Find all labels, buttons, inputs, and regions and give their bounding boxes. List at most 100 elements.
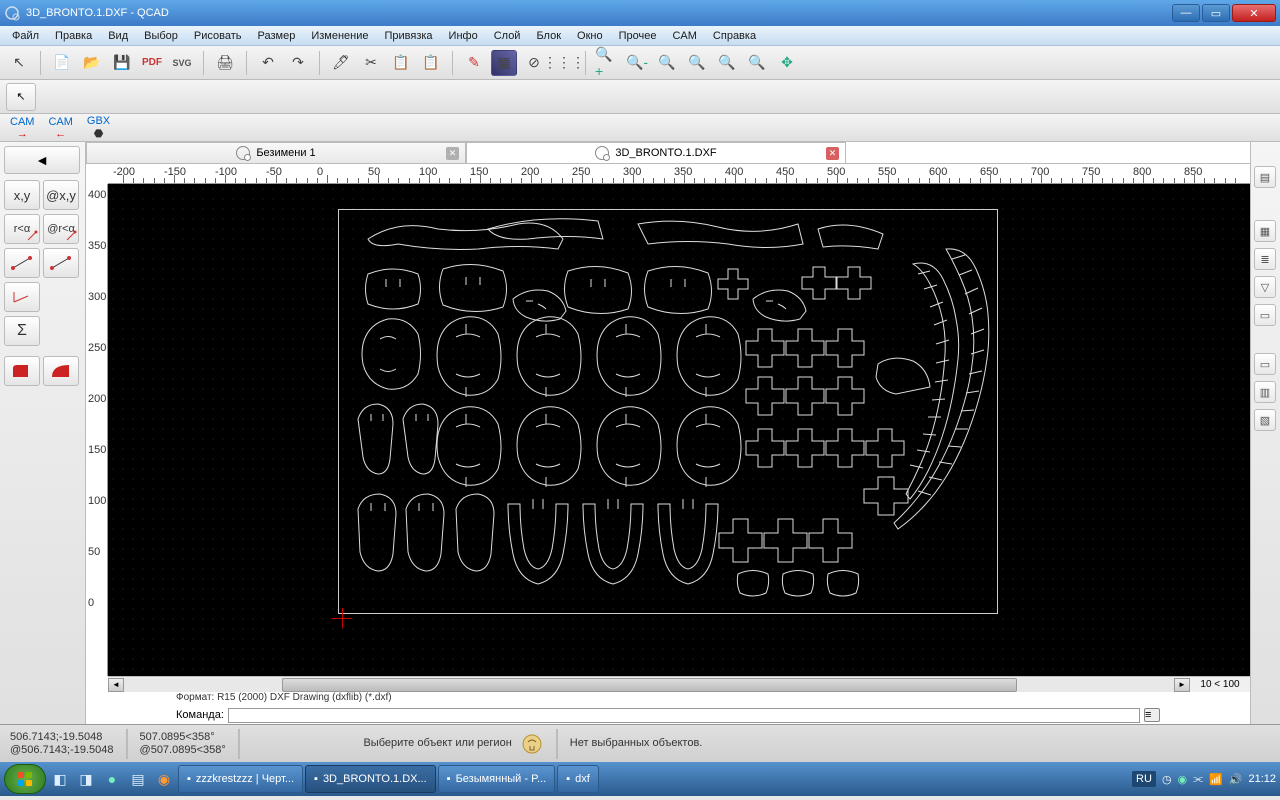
grid-button[interactable]: ⋮⋮⋮	[551, 50, 577, 76]
pdf-export-button[interactable]: PDF	[139, 50, 165, 76]
scrollbar-thumb[interactable]	[282, 678, 1017, 692]
menu-выбор[interactable]: Выбор	[136, 28, 186, 44]
brush-button[interactable]: 🖊	[328, 50, 354, 76]
coord-rel-button[interactable]: @x,y	[43, 180, 79, 210]
command-toggle[interactable]: ≡	[1144, 708, 1160, 722]
document-tabs: Безимени 1✕3D_BRONTO.1.DXF✕	[86, 142, 1250, 164]
pencil-button[interactable]: ✎	[461, 50, 487, 76]
tab-close-button[interactable]: ✕	[446, 147, 459, 160]
polar-rel-button[interactable]: @r<α	[43, 214, 79, 244]
tray-icon-2[interactable]: ◉	[1178, 773, 1188, 786]
command-input[interactable]	[228, 708, 1140, 723]
menu-cam[interactable]: CAM	[664, 28, 704, 44]
taskbar-item-1[interactable]: ▪3D_BRONTO.1.DX...	[305, 765, 436, 793]
window-titlebar: 3D_BRONTO.1.DXF - QCAD — ▭ ✕	[0, 0, 1280, 26]
taskbar-item-0[interactable]: ▪zzzkrestzzz | Черт...	[178, 765, 303, 793]
menu-привязка[interactable]: Привязка	[376, 28, 440, 44]
zoom-window-button[interactable]: 🔍	[684, 50, 710, 76]
zoom-fit-button[interactable]: 🔍	[654, 50, 680, 76]
open-button[interactable]: 📂	[79, 50, 105, 76]
menu-вид[interactable]: Вид	[100, 28, 136, 44]
pan-button[interactable]: ✥	[774, 50, 800, 76]
svg-export-button[interactable]: SVG	[169, 50, 195, 76]
clock[interactable]: 21:12	[1248, 773, 1276, 785]
tab-icon	[236, 146, 250, 160]
sum-tool[interactable]: Σ	[4, 316, 40, 346]
language-indicator[interactable]: RU	[1132, 771, 1156, 787]
panel-filter-button[interactable]: ▽	[1254, 276, 1276, 298]
menu-окно[interactable]: Окно	[569, 28, 611, 44]
menu-блок[interactable]: Блок	[528, 28, 569, 44]
scroll-left-button[interactable]: ◄	[108, 678, 124, 692]
menu-прочее[interactable]: Прочее	[611, 28, 665, 44]
undo-button[interactable]: ↶	[255, 50, 281, 76]
scroll-right-button[interactable]: ►	[1174, 678, 1190, 692]
maximize-button[interactable]: ▭	[1202, 4, 1230, 22]
tray-volume-icon[interactable]: 🔊	[1229, 773, 1243, 786]
layers-button[interactable]: ▤	[1254, 166, 1276, 188]
shape-tool-2[interactable]	[43, 356, 79, 386]
polar-abs-button[interactable]: r<α	[4, 214, 40, 244]
pointer-tool[interactable]: ↖	[6, 50, 32, 76]
document-tab-0[interactable]: Безимени 1✕	[86, 142, 466, 163]
redo-button[interactable]: ↷	[285, 50, 311, 76]
panel-prop-button[interactable]: ▥	[1254, 381, 1276, 403]
cam-import-button[interactable]: CAM←	[48, 116, 72, 140]
copy-button[interactable]: 📋	[388, 50, 414, 76]
cut-button[interactable]: ✂	[358, 50, 384, 76]
panel-lib-button[interactable]: ▭	[1254, 304, 1276, 326]
quicklaunch-2[interactable]: ◨	[74, 767, 98, 791]
zoom-in-button[interactable]: 🔍+	[594, 50, 620, 76]
zoom-out-button[interactable]: 🔍-	[624, 50, 650, 76]
menu-справка[interactable]: Справка	[705, 28, 764, 44]
hatch-button[interactable]: ▦	[491, 50, 517, 76]
taskbar-item-2[interactable]: ▪Безымянный - P...	[438, 765, 556, 793]
menu-инфо[interactable]: Инфо	[441, 28, 486, 44]
task-label: dxf	[575, 773, 590, 785]
menu-файл[interactable]: Файл	[4, 28, 47, 44]
line-tool-2[interactable]	[43, 248, 79, 278]
tab-close-button[interactable]: ✕	[826, 147, 839, 160]
start-button[interactable]	[4, 764, 46, 794]
shape-tool-1[interactable]	[4, 356, 40, 386]
back-button[interactable]: ◄	[4, 146, 80, 174]
close-button[interactable]: ✕	[1232, 4, 1276, 22]
panel-list-button[interactable]: ≣	[1254, 248, 1276, 270]
save-button[interactable]: 💾	[109, 50, 135, 76]
zoom-prev-button[interactable]: 🔍	[744, 50, 770, 76]
cam-export-button[interactable]: CAM→	[10, 116, 34, 140]
menu-размер[interactable]: Размер	[250, 28, 304, 44]
menu-изменение[interactable]: Изменение	[303, 28, 376, 44]
horizontal-scrollbar[interactable]: ◄ ► 10 < 100	[108, 676, 1250, 692]
command-label: Команда:	[176, 709, 224, 721]
quicklaunch-4[interactable]: ▤	[126, 767, 150, 791]
taskbar-item-3[interactable]: ▪dxf	[557, 765, 599, 793]
line-tool-1[interactable]	[4, 248, 40, 278]
panel-cmd-button[interactable]: ▭	[1254, 353, 1276, 375]
new-button[interactable]: 📄	[49, 50, 75, 76]
zoom-selection-button[interactable]: 🔍	[714, 50, 740, 76]
minimize-button[interactable]: —	[1172, 4, 1200, 22]
coord-abs-button[interactable]: x,y	[4, 180, 40, 210]
quicklaunch-firefox[interactable]: ◉	[152, 767, 176, 791]
tray-network-icon[interactable]: 📶	[1209, 773, 1223, 786]
quicklaunch-1[interactable]: ◧	[48, 767, 72, 791]
tray-icon-1[interactable]: ◷	[1162, 773, 1172, 786]
paste-button[interactable]: 📋	[418, 50, 444, 76]
menu-рисовать[interactable]: Рисовать	[186, 28, 250, 44]
print-button[interactable]: 🖨	[212, 50, 238, 76]
panel-misc-button[interactable]: ▧	[1254, 409, 1276, 431]
panel-blocks-button[interactable]: ▦	[1254, 220, 1276, 242]
document-tab-1[interactable]: 3D_BRONTO.1.DXF✕	[466, 142, 846, 163]
gbx-button[interactable]: GBX⬣	[87, 115, 110, 140]
right-toolbar: ▤ ▦ ≣ ▽ ▭ ▭ ▥ ▧	[1250, 142, 1280, 724]
menu-слой[interactable]: Слой	[486, 28, 529, 44]
tray-icon-3[interactable]: ⫘	[1193, 773, 1203, 786]
main-toolbar: ↖ 📄 📂 💾 PDF SVG 🖨 ↶ ↷ 🖊 ✂ 📋 📋 ✎ ▦ ⊘ ⋮⋮⋮ …	[0, 46, 1280, 80]
menu-правка[interactable]: Правка	[47, 28, 100, 44]
drawing-canvas[interactable]	[108, 184, 1250, 676]
select-tool[interactable]: ↖	[6, 83, 36, 111]
angle-tool[interactable]	[4, 282, 40, 312]
quicklaunch-3[interactable]: ●	[100, 767, 124, 791]
hint-text: Выберите объект или регион	[252, 737, 512, 750]
